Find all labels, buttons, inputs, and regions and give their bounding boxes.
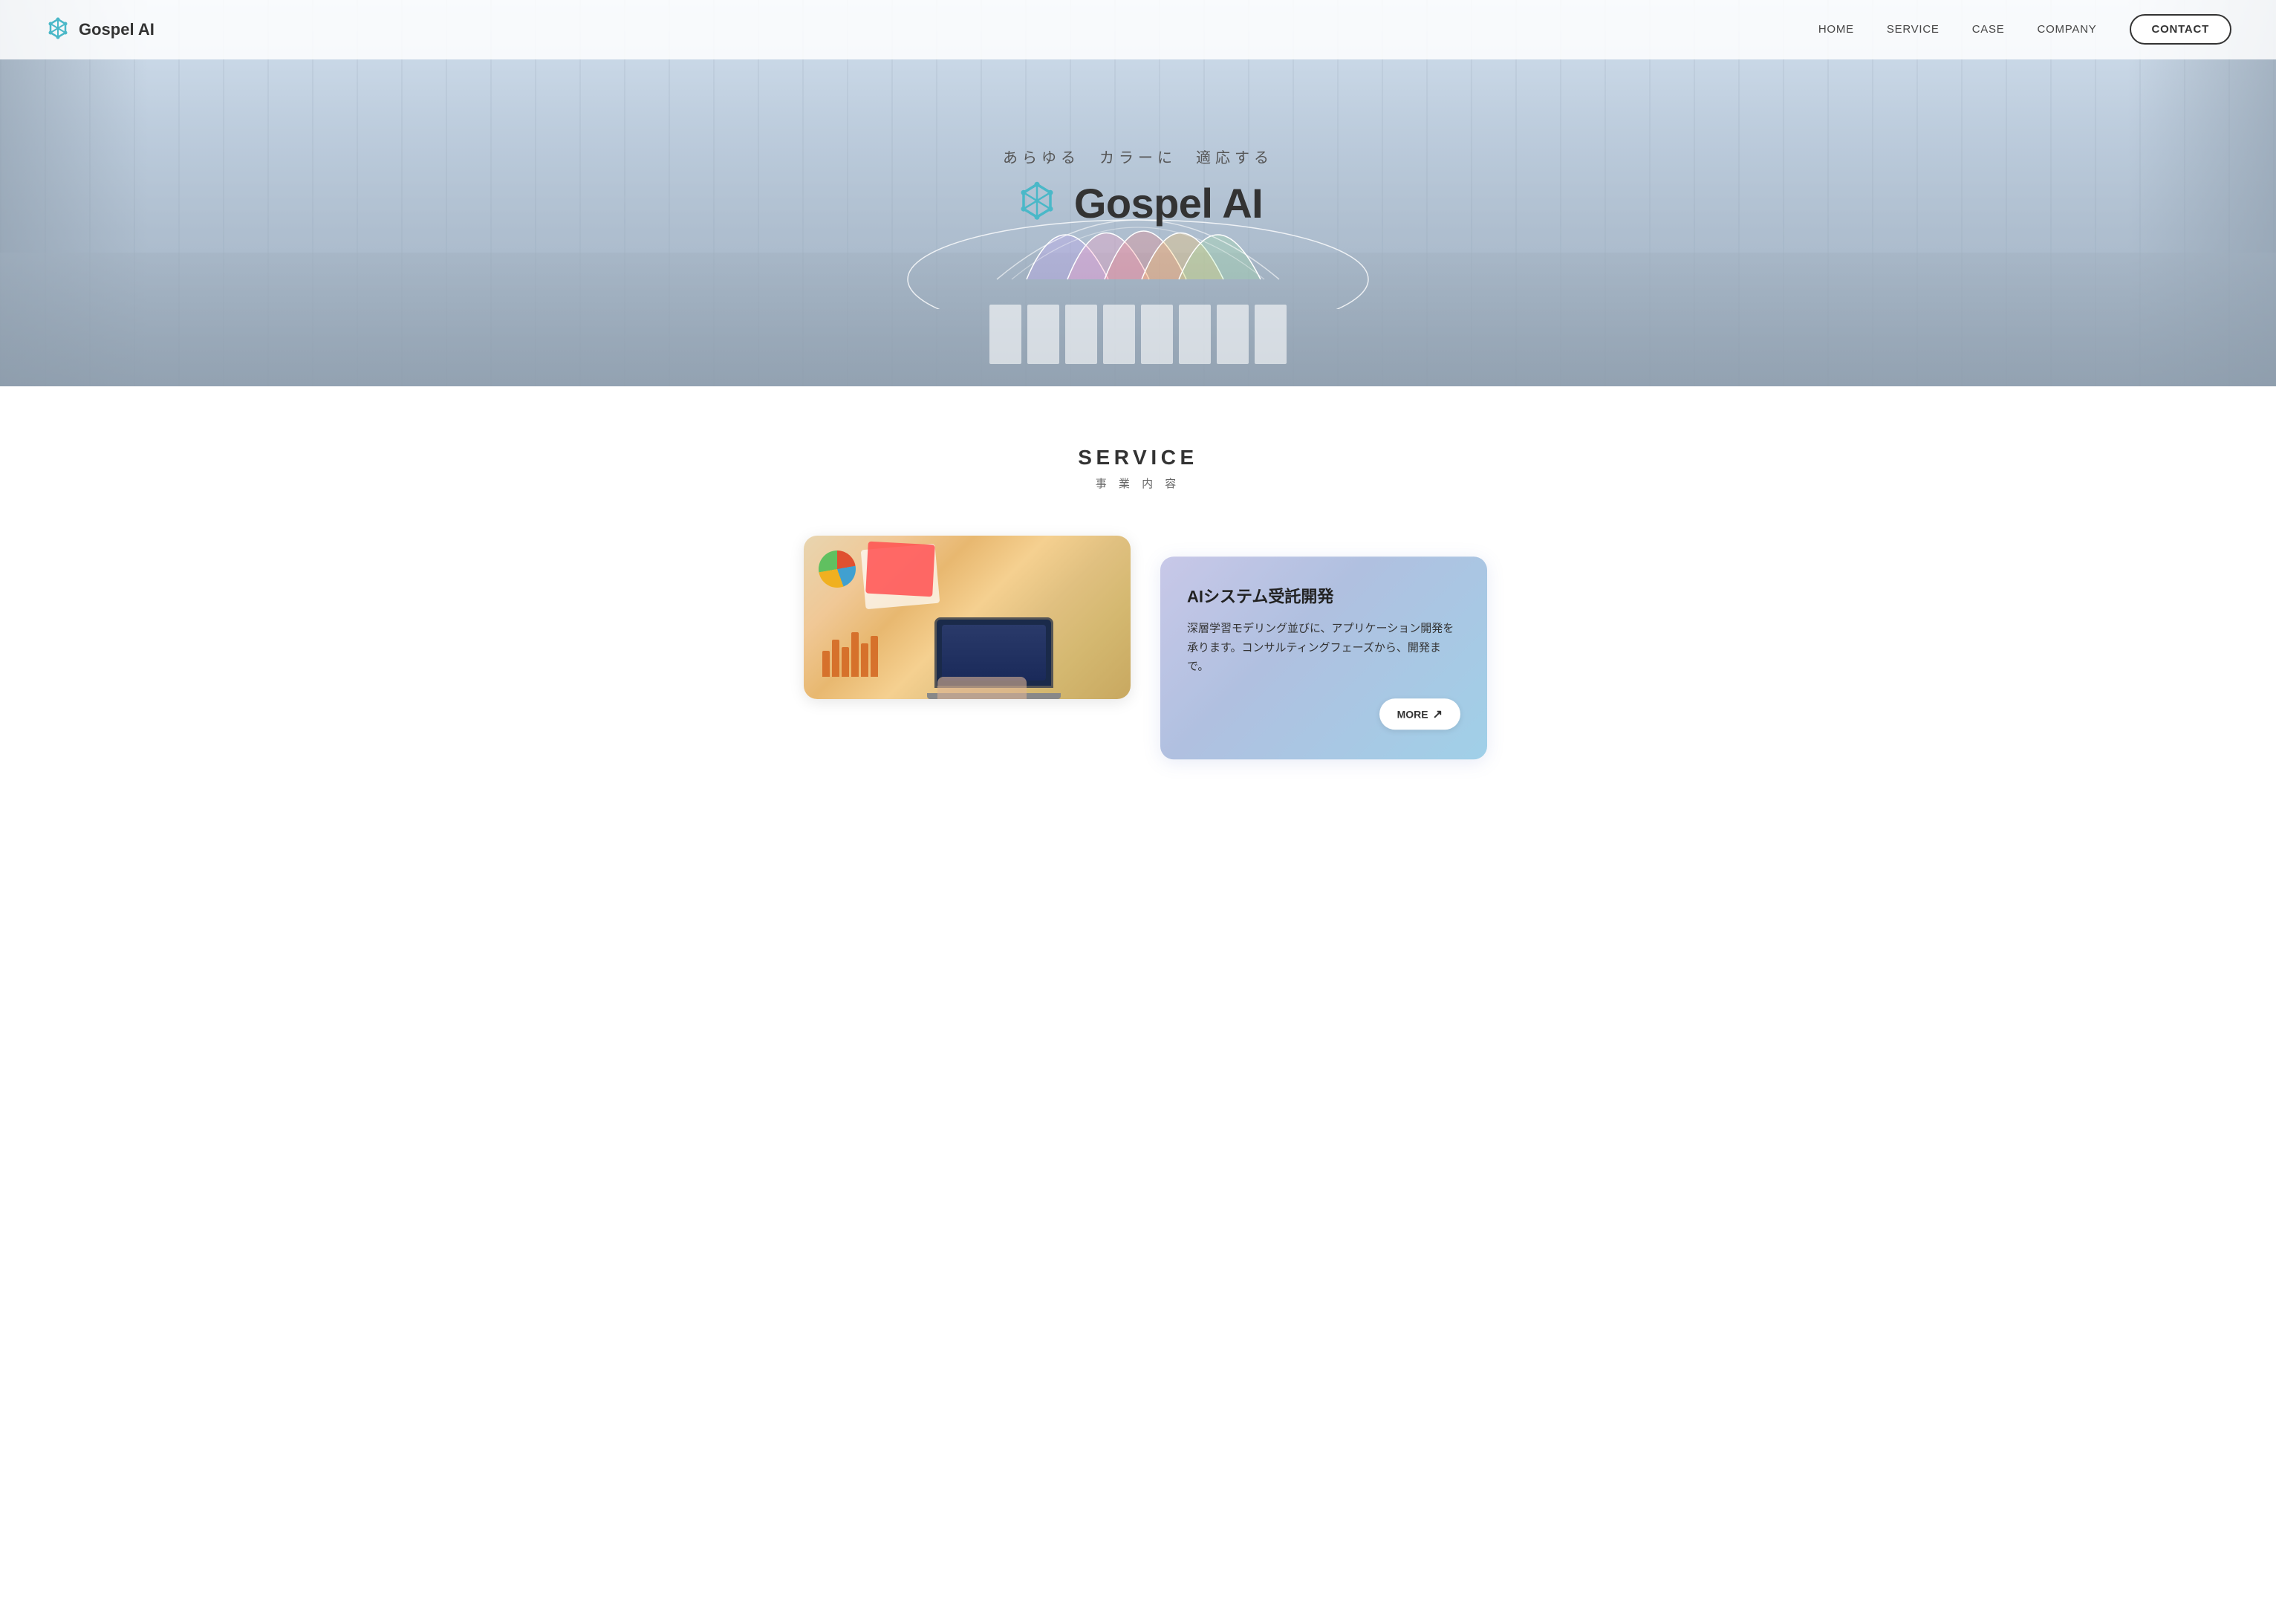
more-arrow-icon: ↗: [1433, 707, 1443, 721]
hero-brand-icon: [1013, 180, 1061, 227]
nav-item-company[interactable]: COMPANY: [2038, 23, 2097, 36]
laptop-screen-content: [942, 625, 1046, 681]
bar2: [832, 640, 839, 677]
more-label: MORE: [1397, 708, 1428, 720]
service-title: SERVICE: [0, 446, 2276, 470]
service-card-title: AIシステム受託開発: [1187, 583, 1460, 607]
crosswalk: [989, 305, 1287, 364]
nav-link-company[interactable]: COMPANY: [2038, 23, 2097, 36]
service-card-image-inner: [804, 536, 1131, 699]
service-card-info: AIシステム受託開発 深層学習モデリング並びに、アプリケーション開発を承ります。…: [1160, 556, 1487, 759]
service-section: SERVICE 事 業 内 容: [0, 386, 2276, 773]
nav-link-contact[interactable]: CONTACT: [2130, 14, 2231, 45]
nav-item-case[interactable]: CASE: [1972, 23, 2005, 36]
service-card-container: AIシステム受託開発 深層学習モデリング並びに、アプリケーション開発を承ります。…: [804, 536, 1472, 699]
crosswalk-stripe: [1255, 305, 1287, 364]
crosswalk-stripe: [1179, 305, 1211, 364]
main-nav: Gospel AI HOME SERVICE CASE COMPANY CONT…: [0, 0, 2276, 59]
red-notebook: [865, 542, 935, 597]
nav-item-contact[interactable]: CONTACT: [2130, 23, 2231, 36]
nav-link-service[interactable]: SERVICE: [1887, 23, 1940, 36]
logo-text: Gospel AI: [79, 20, 155, 39]
service-card-desc: 深層学習モデリング並びに、アプリケーション開発を承ります。コンサルティングフェー…: [1187, 619, 1460, 676]
nav-item-service[interactable]: SERVICE: [1887, 23, 1940, 36]
service-card: AIシステム受託開発 深層学習モデリング並びに、アプリケーション開発を承ります。…: [804, 536, 1472, 699]
crosswalk-stripe: [989, 305, 1021, 364]
crosswalk-stripe: [1217, 305, 1249, 364]
nav-link-case[interactable]: CASE: [1972, 23, 2005, 36]
logo[interactable]: Gospel AI: [45, 16, 155, 43]
crosswalk-stripe: [1103, 305, 1135, 364]
bar5: [861, 643, 868, 677]
bar6: [871, 636, 878, 677]
nav-links: HOME SERVICE CASE COMPANY CONTACT: [1818, 23, 2231, 36]
nav-item-home[interactable]: HOME: [1818, 23, 1854, 36]
hero-tagline: あらゆる カラーに 適応する: [1003, 146, 1273, 167]
bar1: [822, 651, 830, 677]
hero-content: あらゆる カラーに 適応する Gospel AI: [1003, 146, 1273, 227]
hands-hint: [937, 677, 1027, 699]
crosswalk-stripe: [1065, 305, 1097, 364]
service-card-image: [804, 536, 1131, 699]
hero-brand-text: Gospel AI: [1074, 179, 1263, 227]
bar3: [842, 647, 849, 677]
logo-icon: [45, 16, 71, 43]
nav-link-home[interactable]: HOME: [1818, 23, 1854, 36]
pie-chart-icon: [819, 550, 856, 588]
bar4: [851, 632, 859, 677]
crosswalk-stripe: [1141, 305, 1173, 364]
hero-brand: Gospel AI: [1003, 179, 1273, 227]
service-more-button[interactable]: MORE ↗: [1379, 698, 1460, 730]
crosswalk-stripe: [1027, 305, 1059, 364]
service-subtitle: 事 業 内 容: [0, 475, 2276, 491]
